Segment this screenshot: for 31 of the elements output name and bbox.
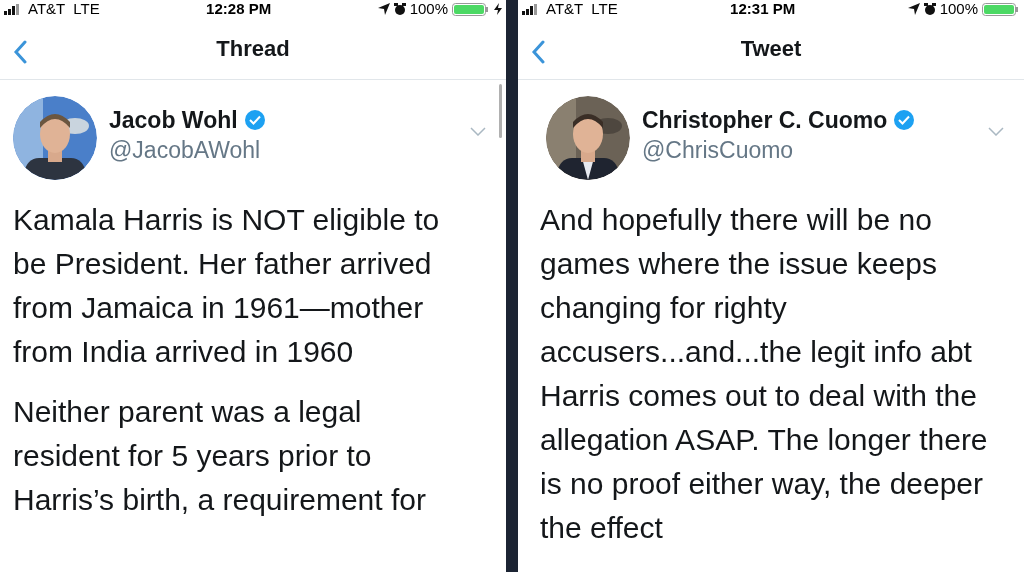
back-chevron-icon [13,40,27,64]
battery-icon [982,2,1020,16]
signal-icon [4,3,20,15]
battery-percent: 100% [939,0,978,18]
battery-icon [452,2,490,16]
author-handle[interactable]: @JacobAWohl [109,135,266,165]
signal-icon [522,3,538,15]
nav-title: Thread [216,35,290,63]
network-label: LTE [73,0,100,18]
status-time: 12:31 PM [730,0,796,18]
location-icon [907,3,920,15]
back-chevron-icon [531,40,545,64]
author-handle[interactable]: @ChrisCuomo [642,135,916,165]
status-time: 12:28 PM [206,0,272,18]
tweet-text: And hopefully there will be no games where the issue keeps changing for righty accusers...and...the legit info abt Harris comes out to deal with the allegation ASAP. The longer there is no proof either way, the deeper the effect [540,202,989,546]
author-name[interactable]: Christopher C. Cuomo [642,105,888,135]
network-label: LTE [591,0,618,18]
nav-title: Tweet [740,35,802,63]
battery-percent: 100% [409,0,448,18]
location-icon [377,3,390,15]
scrollbar[interactable] [499,84,502,138]
tweet-text: Neither parent was a legal resident for 5 years prior to Harris’s birth, a requirement for [13,394,427,518]
tweet-text: Kamala Harris is NOT eligible to be President. Her father arrived from Jamaica in 1961—mother from India arrived in 1960 [13,202,441,370]
carrier-label: AT&T [28,0,66,18]
alarm-icon [923,3,936,15]
carrier-label: AT&T [546,0,584,18]
charging-icon [494,3,502,15]
author-name[interactable]: Jacob Wohl [109,105,238,135]
alarm-icon [393,3,406,15]
chevron-down-icon[interactable] [470,126,486,136]
chevron-down-icon[interactable] [988,126,1004,136]
